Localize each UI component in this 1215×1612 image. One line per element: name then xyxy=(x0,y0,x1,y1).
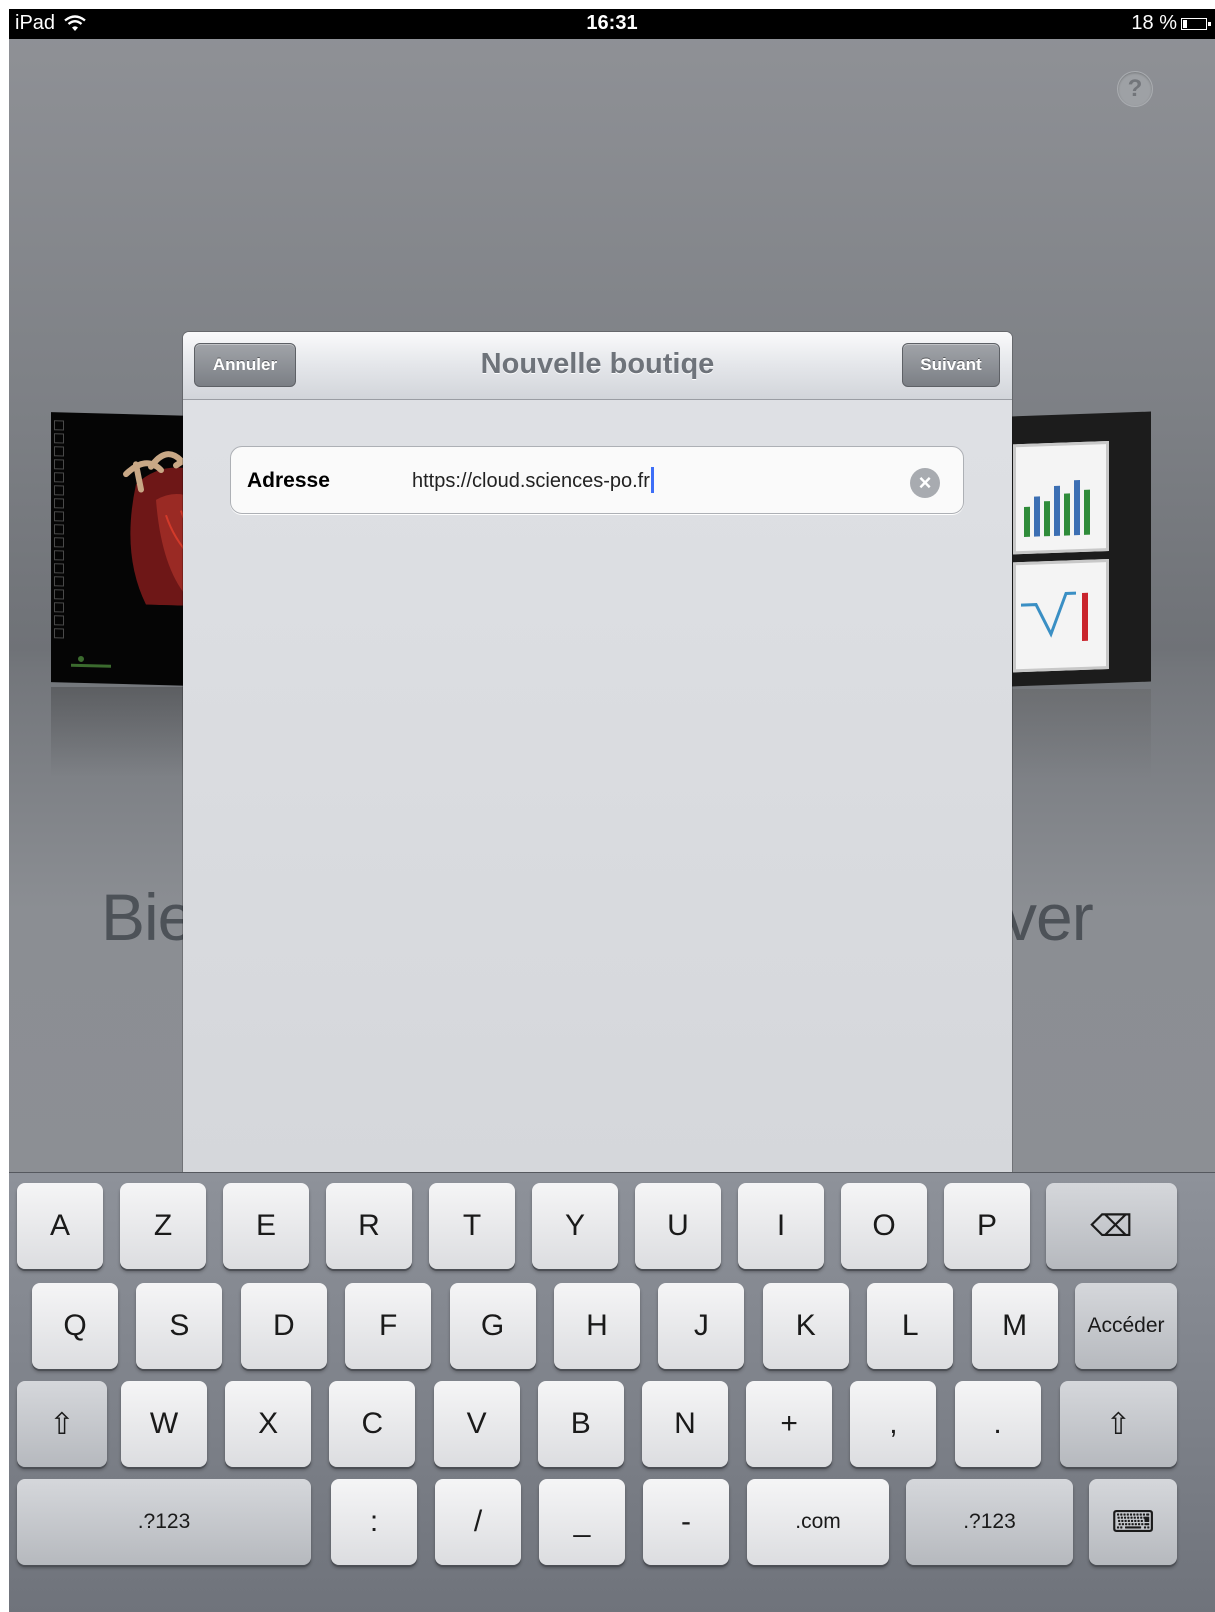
dialog-navbar: Annuler Nouvelle boutiqe Suivant xyxy=(183,332,1012,400)
go-key[interactable]: Accéder xyxy=(1075,1283,1177,1369)
heart-image xyxy=(123,451,191,607)
dotcom-key[interactable]: .com xyxy=(747,1479,889,1565)
key-y[interactable]: Y xyxy=(532,1183,618,1269)
key-f[interactable]: F xyxy=(345,1283,432,1369)
numbers-key-left[interactable]: .?123 xyxy=(17,1479,311,1565)
battery-icon xyxy=(1181,17,1211,30)
key-x[interactable]: X xyxy=(225,1381,312,1467)
key-t[interactable]: T xyxy=(429,1183,515,1269)
welcome-text-right: ver xyxy=(1004,880,1094,954)
key-a[interactable]: A xyxy=(17,1183,103,1269)
chart-panel-bottom xyxy=(1013,559,1109,673)
help-button[interactable]: ? xyxy=(1117,71,1153,107)
key-n[interactable]: N xyxy=(642,1381,728,1467)
next-button[interactable]: Suivant xyxy=(902,343,1000,387)
key-q[interactable]: Q xyxy=(32,1283,118,1369)
address-field-row[interactable]: Adresse https://cloud.sciences-po.fr × xyxy=(230,446,964,514)
carousel-reflection-left xyxy=(51,687,191,777)
line-chart-thumbnail xyxy=(1021,591,1088,641)
key-p[interactable]: P xyxy=(944,1183,1030,1269)
key-period[interactable]: . xyxy=(954,1381,1041,1467)
card-toolbar xyxy=(53,417,67,647)
clock: 16:31 xyxy=(586,12,638,34)
clear-text-icon[interactable]: × xyxy=(910,468,940,498)
key-m[interactable]: M xyxy=(971,1283,1058,1369)
key-hyphen[interactable]: - xyxy=(643,1479,729,1565)
key-h[interactable]: H xyxy=(554,1283,640,1369)
address-input-text: https://cloud.sciences-po.fr xyxy=(412,470,650,492)
address-label: Adresse xyxy=(247,469,330,492)
welcome-text-left: Bie xyxy=(101,880,194,954)
key-e[interactable]: E xyxy=(223,1183,309,1269)
key-w[interactable]: W xyxy=(121,1381,207,1467)
shift-right-key-icon[interactable]: ⇧ xyxy=(1060,1381,1177,1467)
key-u[interactable]: U xyxy=(635,1183,721,1269)
key-g[interactable]: G xyxy=(449,1283,536,1369)
status-bar: iPad 16:31 18 % xyxy=(9,9,1215,39)
battery-percent: 18 % xyxy=(1131,12,1177,34)
app-logo-icon xyxy=(71,655,111,668)
key-k[interactable]: K xyxy=(762,1283,849,1369)
key-c[interactable]: C xyxy=(329,1381,416,1467)
key-colon[interactable]: : xyxy=(331,1479,417,1565)
chart-panel-top xyxy=(1013,441,1109,555)
bar-chart-thumbnail xyxy=(1024,480,1090,537)
key-r[interactable]: R xyxy=(326,1183,412,1269)
screen: iPad 16:31 18 % ? Bie ver Annuler Nouvel… xyxy=(9,9,1215,1612)
shift-left-key-icon[interactable]: ⇧ xyxy=(17,1381,107,1467)
key-o[interactable]: O xyxy=(841,1183,927,1269)
key-j[interactable]: J xyxy=(658,1283,745,1369)
carousel-card-right[interactable] xyxy=(1011,411,1151,687)
address-input[interactable]: https://cloud.sciences-po.fr xyxy=(412,466,654,493)
key-slash[interactable]: / xyxy=(435,1479,521,1565)
key-comma[interactable]: , xyxy=(850,1381,937,1467)
key-underscore[interactable]: _ xyxy=(539,1479,625,1565)
battery-fill xyxy=(1183,19,1187,28)
carousel-reflection-right xyxy=(1011,689,1151,779)
key-b[interactable]: B xyxy=(537,1381,624,1467)
key-i[interactable]: I xyxy=(738,1183,824,1269)
key-d[interactable]: D xyxy=(240,1283,327,1369)
delete-key-icon[interactable]: ⌫ xyxy=(1046,1183,1177,1269)
text-cursor xyxy=(650,466,654,493)
key-v[interactable]: V xyxy=(433,1381,520,1467)
hide-keyboard-icon[interactable]: ⌨ xyxy=(1089,1479,1177,1565)
keyboard: A Z E R T Y U I O P ⌫ Q S D F G H J K L M Accéder ⇧ W X C V B N +,. ⇧.… xyxy=(9,1172,1215,1612)
dialog-title: Nouvelle boutiqe xyxy=(480,348,715,380)
key-l[interactable]: L xyxy=(867,1283,954,1369)
key-plus[interactable]: + xyxy=(746,1381,833,1467)
numbers-key-right[interactable]: .?123 xyxy=(906,1479,1073,1565)
key-s[interactable]: S xyxy=(136,1283,223,1369)
key-z[interactable]: Z xyxy=(120,1183,206,1269)
carousel-card-left[interactable] xyxy=(51,412,191,686)
